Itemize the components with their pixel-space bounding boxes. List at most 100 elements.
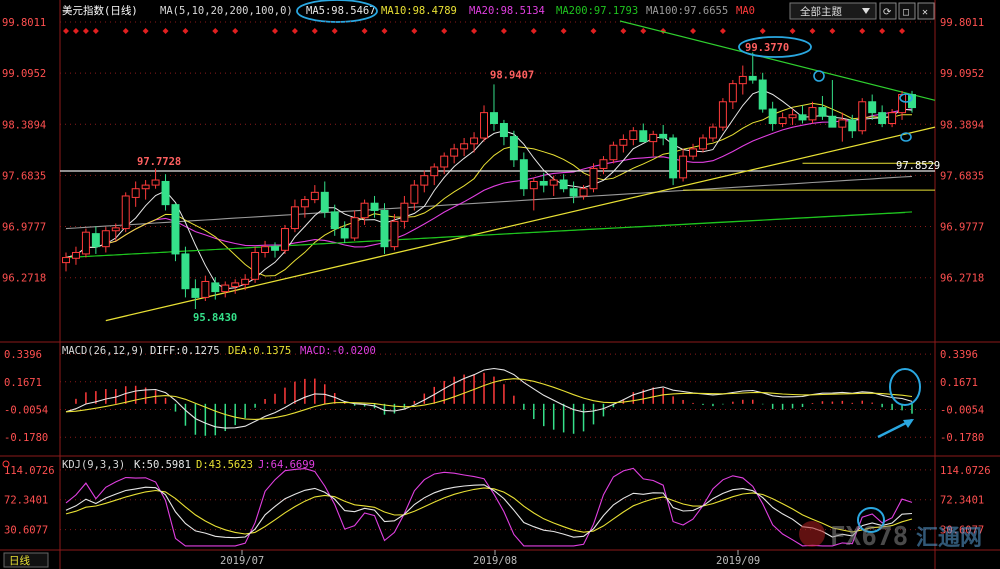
candle-body (111, 227, 120, 232)
candle-body (878, 112, 887, 125)
candle-body (121, 195, 130, 230)
y-tick-right: 99.8011 (940, 17, 984, 29)
candle-body (231, 282, 240, 288)
candle-body (509, 136, 518, 161)
candle-body (748, 75, 757, 81)
candle-body (350, 217, 359, 239)
candle-body (828, 115, 837, 128)
candle-body (888, 112, 897, 125)
candle-body (679, 155, 688, 179)
ma20-value: MA20:98.5134 (469, 5, 545, 17)
candle-body (708, 126, 717, 139)
candle-body (619, 138, 628, 146)
candle-body (330, 211, 339, 230)
candle-body (430, 166, 439, 177)
candle-body (191, 288, 200, 298)
theme-dropdown[interactable]: 全部主题 (789, 2, 877, 20)
candle-body (71, 251, 80, 259)
y-tick-left: 97.6835 (2, 170, 46, 182)
macd-diff: DIFF:0.1275 (150, 345, 220, 357)
logo-circle-icon (799, 521, 825, 547)
y-tick-right: 0.1671 (940, 377, 978, 389)
annotation-high-july: 97.7728 (137, 156, 181, 168)
candle-body (101, 230, 110, 248)
candle-body (360, 202, 369, 219)
y-tick-right: -0.0054 (940, 405, 984, 417)
candle-body (470, 137, 479, 145)
candle-body (868, 101, 877, 114)
macd-dea: DEA:0.1375 (228, 345, 291, 357)
y-tick-right: 99.0952 (940, 68, 984, 80)
candle-body (450, 148, 459, 157)
y-tick-right: 114.0726 (940, 465, 991, 477)
y-tick-right: -0.1780 (940, 432, 984, 444)
candle-body (400, 202, 409, 222)
theme-dropdown-label: 全部主题 (800, 5, 842, 18)
annotation-high-september: 99.3770 (745, 42, 789, 54)
svg-text:□: □ (903, 7, 909, 18)
ma5-value: MA5:98.5467 (306, 5, 376, 17)
candle-body (62, 257, 70, 264)
candle-body (310, 191, 319, 201)
candle-body (261, 246, 270, 253)
y-tick-left: 72.3401 (4, 495, 48, 507)
y-tick-left: 30.6077 (4, 525, 48, 537)
candle-body (499, 123, 508, 138)
candle-body (81, 231, 90, 255)
candle-body (91, 233, 100, 248)
watermark-cn: 汇通网 (916, 526, 982, 551)
y-tick-left: 96.2718 (2, 273, 46, 285)
y-tick-left: 0.3396 (4, 349, 42, 361)
candle-body (768, 108, 777, 125)
chart-title: 美元指数(日线) (62, 4, 138, 17)
background (0, 0, 1000, 569)
x-tick-label: 2019/07 (220, 555, 264, 567)
candle-body (559, 179, 568, 190)
candle-body (689, 148, 698, 157)
candle-body (251, 251, 260, 280)
candle-body (320, 191, 329, 213)
x-tick-label: 2019/09 (716, 555, 760, 567)
candle-body (161, 180, 170, 206)
candle-body (300, 199, 309, 208)
y-tick-left: -0.0054 (4, 405, 48, 417)
window-controls: ⟳ □ ✕ (879, 2, 935, 20)
candle-body (539, 180, 548, 186)
candle-body (778, 117, 787, 125)
macd-label-row: MACD(26,12,9) DIFF:0.1275 DEA:0.1375 MAC… (62, 345, 376, 357)
candle-body (519, 159, 528, 190)
candle-body (271, 246, 279, 251)
candle-body (599, 159, 608, 169)
candle-body (280, 228, 289, 251)
y-tick-left: 0.1671 (4, 377, 42, 389)
candle-body (529, 180, 538, 190)
y-tick-right: 97.6835 (940, 170, 984, 182)
candle-body (460, 143, 469, 150)
candle-body (669, 137, 678, 179)
annotation-level: 97.8529 (896, 160, 940, 172)
period-tab[interactable]: 日线 (3, 552, 49, 568)
y-tick-left: 114.0726 (4, 465, 55, 477)
candle-body (838, 119, 847, 128)
ma200-value: MA200:97.1793 (556, 5, 638, 17)
candle-body (728, 83, 737, 103)
kdj-k: K:50.5981 (134, 459, 191, 471)
macd-value: MACD:-0.0200 (300, 345, 376, 357)
ma10-value: MA10:98.4789 (381, 5, 457, 17)
annotation-low-july: 95.8430 (193, 312, 237, 324)
ma-params: MA(5,10,20,200,100,0) (160, 5, 293, 17)
ma100-value: MA100:97.6655 (646, 5, 728, 17)
y-tick-right: 0.3396 (940, 349, 978, 361)
candle-body (659, 133, 668, 139)
candle-body (380, 209, 389, 248)
candle-body (629, 130, 638, 140)
candle-body (480, 112, 489, 139)
candle-body (818, 107, 827, 117)
candle-body (141, 184, 150, 190)
candle-body (151, 179, 160, 186)
watermark-text: FX678 (830, 522, 908, 552)
candle-body (798, 114, 807, 121)
candle-body (738, 75, 747, 85)
kdj-params: KDJ(9,3,3) (62, 459, 125, 471)
candle-body (340, 228, 349, 239)
